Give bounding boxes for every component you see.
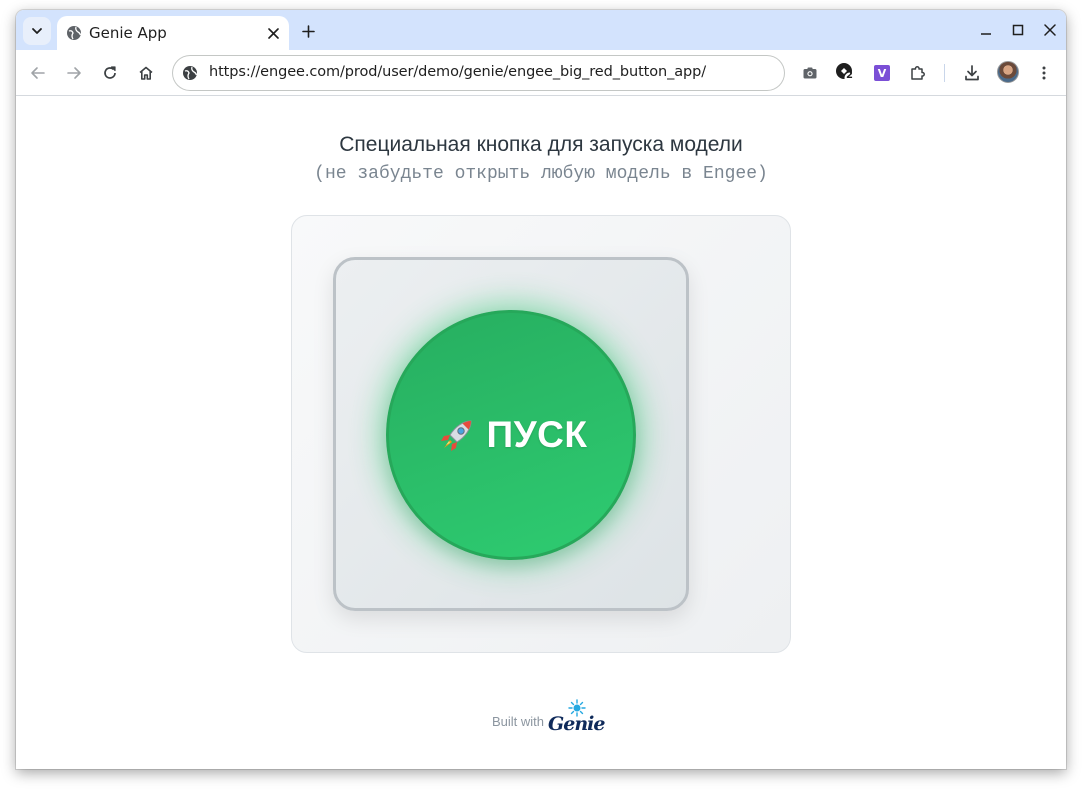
download-icon: [965, 65, 979, 81]
downloads-button[interactable]: [960, 61, 984, 85]
reload-icon: [104, 66, 116, 79]
maximize-icon: [1012, 24, 1024, 36]
page-subtitle: (не забудьте открыть любую модель в Enge…: [314, 164, 768, 184]
close-icon: [1044, 24, 1056, 36]
extensions-menu-button[interactable]: [906, 61, 930, 85]
globe-icon: [67, 26, 82, 40]
launch-button[interactable]: ПУСК: [386, 310, 636, 560]
browser-window: Genie App https://engee.com/prod/user/de…: [16, 10, 1066, 769]
toolbar-divider: [944, 64, 945, 82]
kebab-menu-icon: [1042, 66, 1046, 80]
minimize-button[interactable]: [974, 18, 998, 42]
address-bar[interactable]: https://engee.com/prod/user/demo/genie/e…: [173, 56, 784, 90]
built-with-text: Built with: [492, 714, 545, 729]
genie-lamp-sparkle-icon: [568, 699, 586, 717]
arrow-left-icon: [31, 67, 45, 79]
purple-extension-icon: V: [874, 65, 890, 81]
home-icon: [139, 66, 153, 80]
button-frame: ПУСК: [333, 257, 689, 611]
extension-badge-button[interactable]: 2: [834, 61, 858, 85]
tab-strip: Genie App: [16, 10, 1066, 50]
close-window-button[interactable]: [1038, 18, 1062, 42]
plus-icon: [301, 24, 315, 38]
purple-extension-button[interactable]: V: [870, 61, 894, 85]
url-text: https://engee.com/prod/user/demo/genie/e…: [209, 64, 707, 80]
close-icon: [267, 27, 279, 39]
browser-menu-button[interactable]: [1032, 61, 1056, 85]
browser-toolbar: https://engee.com/prod/user/demo/genie/e…: [16, 50, 1066, 96]
puzzle-icon: [911, 66, 925, 80]
minimize-icon: [981, 33, 991, 35]
desktop: Genie App https://engee.com/prod/user/de…: [0, 0, 1082, 801]
tab-search-button[interactable]: [23, 17, 51, 45]
profile-avatar[interactable]: [997, 61, 1019, 83]
genie-logo[interactable]: Genie: [548, 699, 605, 735]
home-button[interactable]: [134, 61, 158, 85]
maximize-button[interactable]: [1006, 18, 1030, 42]
launch-card: ПУСК: [291, 215, 791, 653]
camera-icon: [803, 67, 817, 79]
chevron-down-icon: [32, 28, 42, 34]
extension-badge-count: 2: [846, 70, 853, 81]
tab-genie-app[interactable]: Genie App: [57, 16, 289, 50]
rocket-icon: [440, 420, 472, 451]
reload-button[interactable]: [98, 61, 122, 85]
back-button[interactable]: [26, 61, 50, 85]
screenshot-button[interactable]: [798, 61, 822, 85]
new-tab-button[interactable]: [296, 19, 320, 43]
site-info-icon[interactable]: [182, 65, 198, 81]
page-title: Специальная кнопка для запуска модели: [339, 133, 743, 156]
tab-close-button[interactable]: [263, 23, 283, 43]
launch-button-label: ПУСК: [486, 414, 588, 455]
footer-built-with: Built with Genie: [492, 695, 605, 735]
tab-title: Genie App: [89, 24, 167, 42]
arrow-right-icon: [67, 67, 81, 79]
forward-button[interactable]: [62, 61, 86, 85]
purple-extension-letter: V: [877, 66, 887, 80]
page-content: Специальная кнопка для запуска модели (н…: [16, 97, 1066, 769]
